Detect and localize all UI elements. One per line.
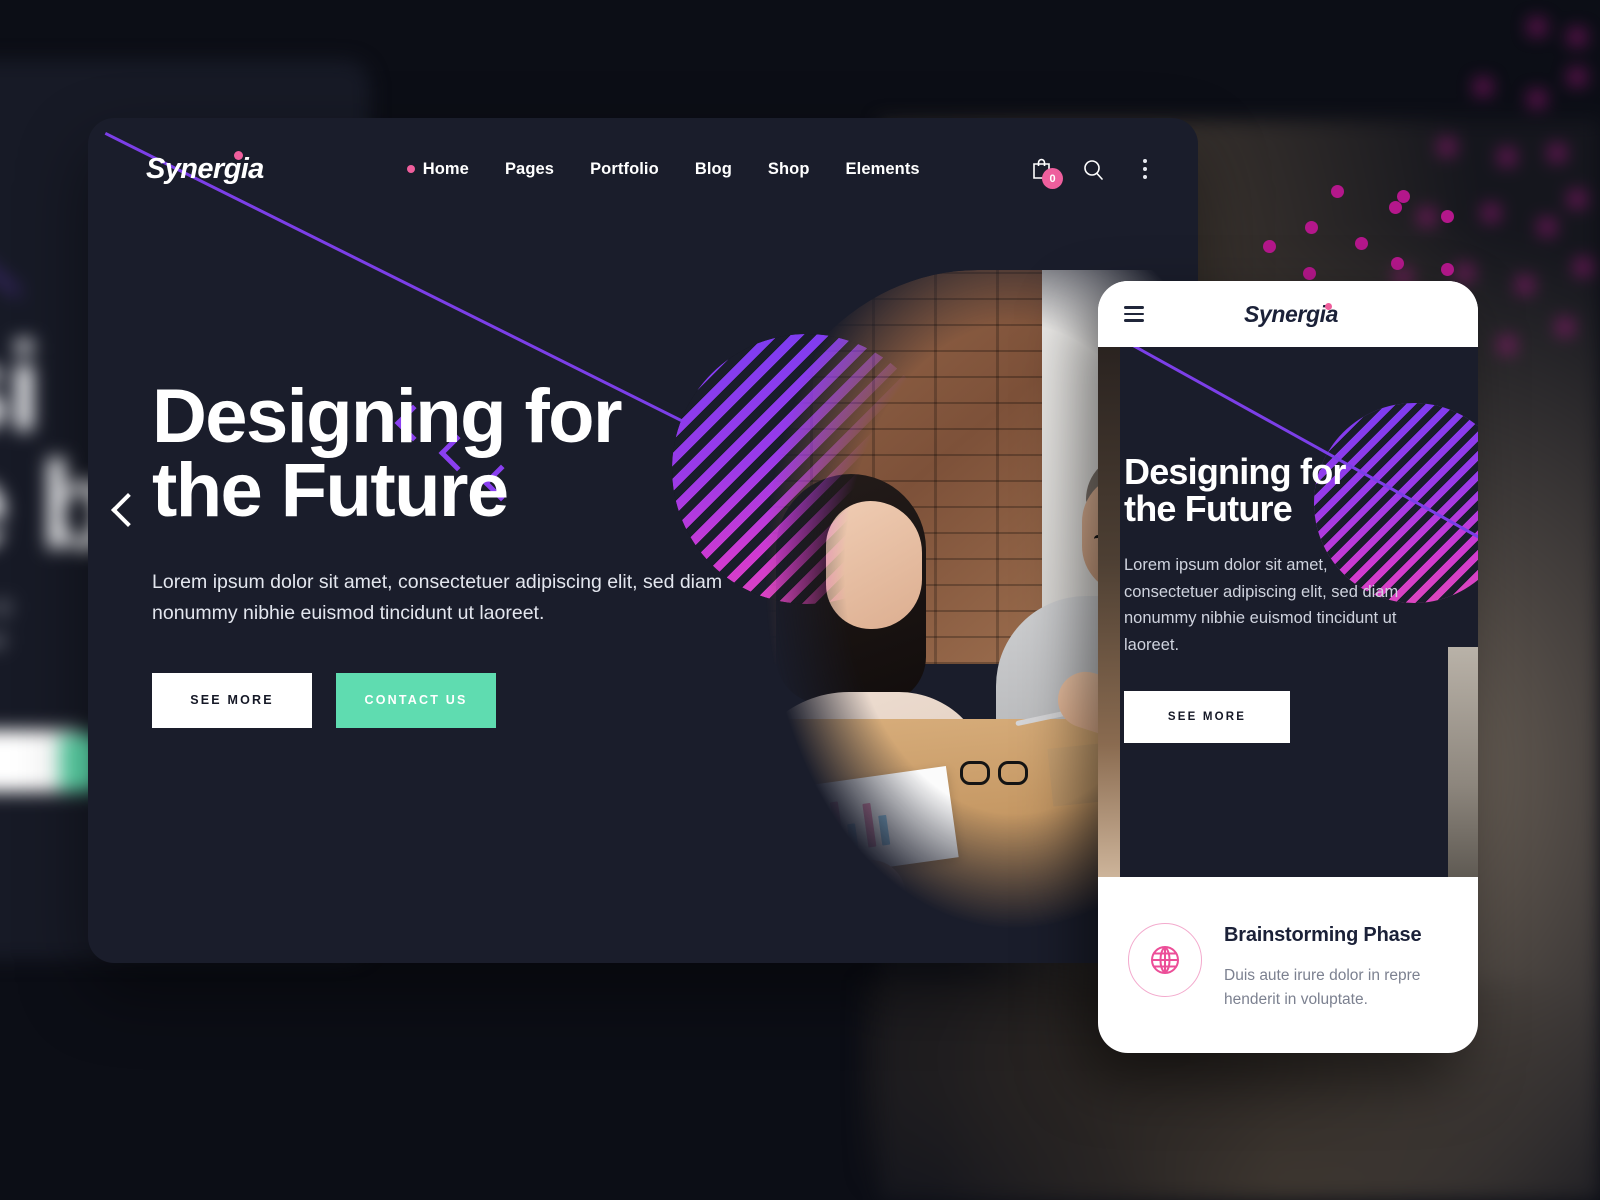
photo-chart-bar [862, 803, 877, 848]
navbar-actions: 0 [1028, 155, 1158, 189]
background-dot-decoration [1540, 220, 1554, 234]
cart-button[interactable]: 0 [1028, 155, 1063, 189]
nav-item-home[interactable]: Home [407, 160, 469, 179]
desktop-mockup-card: Synergia Home Pages Portfolio Blog Shop … [88, 118, 1198, 963]
nav-item-elements[interactable]: Elements [846, 160, 920, 179]
hero-title-line1: Designing for [152, 374, 623, 459]
background-dot-decoration [1570, 30, 1584, 44]
dot-decoration [1263, 240, 1276, 253]
logo-text: Synergia [146, 152, 264, 185]
search-button[interactable] [1080, 155, 1106, 183]
main-navigation: Home Pages Portfolio Blog Shop Elements [407, 160, 920, 179]
brainstorm-circle-icon [1151, 946, 1179, 974]
nav-item-blog[interactable]: Blog [695, 160, 732, 179]
background-dot-decoration [1576, 260, 1590, 274]
background-dot-decoration [1484, 206, 1498, 220]
mobile-hero-subtitle: Lorem ipsum dolor sit amet, consectetuer… [1124, 555, 1399, 655]
photo-chart-bar [878, 815, 891, 847]
mobile-hero-title-line1: Designing for [1124, 451, 1346, 492]
background-dot-decoration [1530, 92, 1544, 106]
dot-decoration [1389, 201, 1402, 214]
mobile-mockup: Synergia Designing for the Future Lorem … [1098, 281, 1478, 1053]
desktop-navbar: Synergia Home Pages Portfolio Blog Shop … [88, 118, 1198, 220]
nav-item-pages[interactable]: Pages [505, 160, 554, 179]
dot-decoration [1441, 263, 1454, 276]
logo-dot-icon [233, 150, 243, 160]
background-dot-decoration [1530, 20, 1544, 34]
mobile-hero-content: Designing for the Future Lorem ipsum dol… [1124, 453, 1424, 743]
mobile-logo-dot-icon [1324, 302, 1332, 310]
cart-count-badge: 0 [1042, 168, 1063, 189]
photo-eyeglasses-lens [959, 760, 990, 785]
dot-decoration [1391, 257, 1404, 270]
background-dot-decoration [1476, 80, 1490, 94]
hero-buttons: SEE MORE CONTACT US [152, 672, 792, 728]
hero-subtitle-line2: nonummy nibhie euismod tincidunt ut laor… [152, 601, 545, 624]
mobile-logo-text: Synergia [1244, 300, 1338, 327]
mobile-navbar: Synergia [1098, 281, 1478, 347]
mobile-photo-right-edge [1448, 647, 1478, 877]
mobile-hero-title-line2: the Future [1124, 488, 1293, 530]
mobile-logo[interactable]: Synergia [1098, 301, 1478, 328]
background-dot-decoration [1558, 320, 1572, 334]
background-dot-decoration [1570, 70, 1584, 84]
dot-decoration [1305, 221, 1318, 234]
carousel-prev-button[interactable] [111, 493, 145, 527]
kebab-menu-icon [1143, 159, 1147, 179]
nav-item-portfolio[interactable]: Portfolio [590, 160, 659, 179]
search-icon [1083, 159, 1103, 180]
background-dot-decoration [1500, 150, 1514, 164]
see-more-button[interactable]: SEE MORE [152, 672, 312, 728]
feature-title: Brainstorming Phase [1224, 924, 1422, 946]
mobile-photo-left-edge [1098, 347, 1120, 877]
dot-decoration [1441, 210, 1454, 223]
photo-chart-bar [818, 819, 832, 855]
feature-text-block: Brainstorming Phase Duis aute irure dolo… [1224, 923, 1448, 1012]
screenshot-stage: si e b dolor si hie eui [0, 0, 1600, 1200]
mobile-hero: Designing for the Future Lorem ipsum dol… [1098, 347, 1478, 877]
background-purple-line [0, 100, 20, 296]
mobile-feature-card: Brainstorming Phase Duis aute irure dolo… [1098, 877, 1478, 1013]
photo-eyeglasses [959, 760, 1032, 787]
background-dot-decoration [1570, 192, 1584, 206]
feature-description: Duis aute irure dolor in repre henderit … [1224, 967, 1421, 1009]
hero-subtitle-line1: Lorem ipsum dolor sit amet, consectetuer… [152, 571, 723, 594]
photo-chart-bar [830, 801, 845, 853]
mobile-see-more-button[interactable]: SEE MORE [1124, 690, 1290, 743]
more-menu-button[interactable] [1132, 155, 1158, 183]
hero-title: Designing for the Future [152, 379, 792, 529]
mobile-hero-title: Designing for the Future [1124, 453, 1424, 528]
photo-chart-bar [847, 823, 859, 851]
dot-decoration [1331, 185, 1344, 198]
feature-icon-wrapper [1128, 923, 1202, 997]
background-dot-decoration [1518, 278, 1532, 292]
hero-content: Designing for the Future Lorem ipsum dol… [152, 379, 792, 728]
photo-eyeglasses-lens [997, 760, 1028, 785]
hero-title-line2: the Future [152, 447, 509, 533]
dot-decoration [1355, 237, 1368, 250]
contact-us-button[interactable]: CONTACT US [336, 672, 496, 728]
background-dot-decoration [1440, 140, 1454, 154]
dot-decoration [1303, 267, 1316, 280]
nav-item-shop[interactable]: Shop [768, 160, 810, 179]
photo-woman-face [826, 501, 923, 630]
background-dot-decoration [1500, 338, 1514, 352]
background-dot-decoration [1550, 146, 1564, 160]
logo[interactable]: Synergia [118, 150, 264, 186]
hero-subtitle: Lorem ipsum dolor sit amet, consectetuer… [152, 567, 752, 627]
